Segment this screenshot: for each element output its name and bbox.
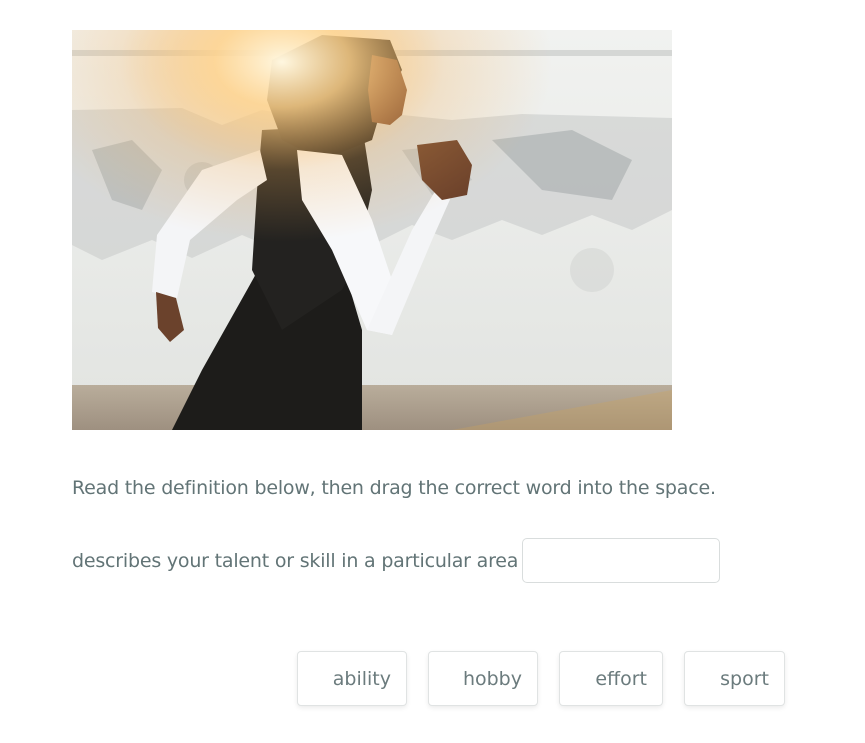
instruction-text: Read the definition below, then drag the… xyxy=(72,477,716,499)
answer-drop-zone[interactable] xyxy=(522,538,720,583)
definition-text: describes your talent or skill in a part… xyxy=(72,550,519,572)
word-chip-ability[interactable]: ability xyxy=(297,651,407,706)
word-chip-sport[interactable]: sport xyxy=(684,651,785,706)
exercise-page: Read the definition below, then drag the… xyxy=(0,0,865,743)
definition-row: describes your talent or skill in a part… xyxy=(72,538,518,584)
word-chip-effort[interactable]: effort xyxy=(559,651,663,706)
running-woman-photo xyxy=(72,30,672,430)
photo-illustration xyxy=(72,30,672,430)
word-chip-hobby[interactable]: hobby xyxy=(428,651,538,706)
